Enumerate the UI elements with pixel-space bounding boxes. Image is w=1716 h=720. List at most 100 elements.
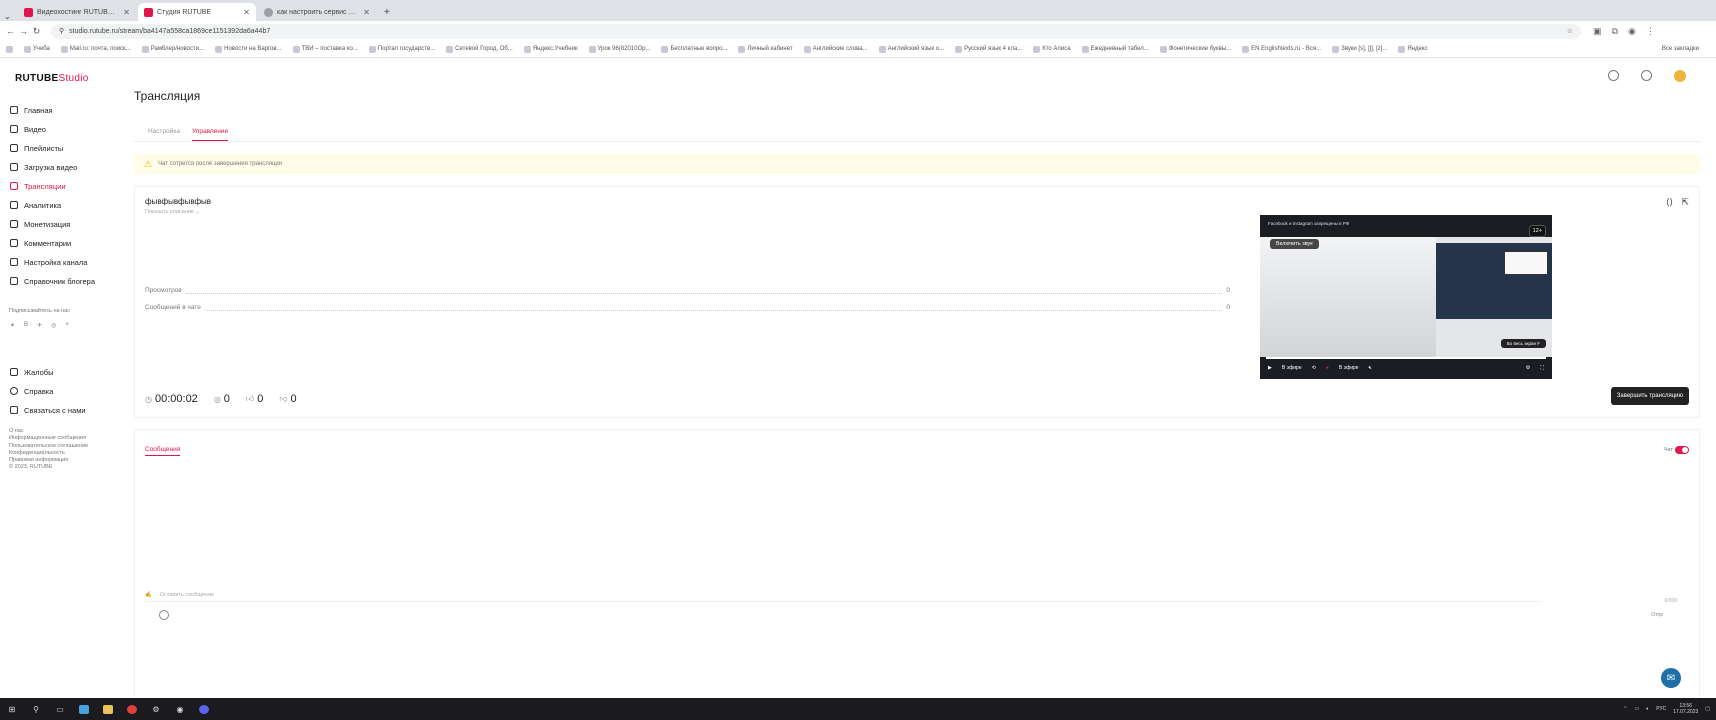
apps-grid-icon[interactable] xyxy=(6,45,13,53)
sidebar-item-video[interactable]: Видео xyxy=(10,121,46,137)
all-bookmarks[interactable]: Все закладки xyxy=(1662,46,1699,52)
forward-icon[interactable]: → xyxy=(17,26,30,36)
enable-sound-button[interactable]: Включить звук xyxy=(1270,239,1319,249)
sidebar-item-monetization[interactable]: Монетизация xyxy=(10,216,70,232)
app-icon[interactable] xyxy=(72,698,96,720)
social-more-icon[interactable]: + xyxy=(65,322,69,329)
support-chat-button[interactable]: ✉ xyxy=(1661,668,1681,688)
extensions-puzzle-icon[interactable]: ⧉ xyxy=(1612,26,1618,37)
network-icon[interactable]: ▭ xyxy=(1634,706,1639,712)
windows-start-icon[interactable]: ⊞ xyxy=(0,698,24,720)
bookmark-item[interactable]: Английские словa... xyxy=(803,45,868,53)
bookmark-item[interactable]: Английский язык о... xyxy=(878,45,944,53)
close-tab-icon[interactable]: ✕ xyxy=(243,8,250,17)
bookmark-item[interactable]: Яндекс.Учебник xyxy=(523,45,578,53)
discord-icon[interactable] xyxy=(192,698,216,720)
sidebar-item-analytics[interactable]: Аналитика xyxy=(10,197,61,213)
bookmark-item[interactable]: Новости на Варгов... xyxy=(215,45,282,53)
extension-icon[interactable]: ▣ xyxy=(1593,26,1602,37)
chat-toggle[interactable] xyxy=(1675,446,1689,454)
sidebar-item-contact[interactable]: Связаться с нами xyxy=(10,402,86,418)
rewind-icon[interactable]: ⟲ xyxy=(1312,365,1316,371)
settings-icon[interactable]: ⚙ xyxy=(1526,365,1530,371)
sidebar-item-playlists[interactable]: Плейлисты xyxy=(10,140,63,156)
search-icon[interactable]: ⚲ xyxy=(24,698,48,720)
sidebar-item-upload[interactable]: Загрузка видео xyxy=(10,159,77,175)
end-stream-button[interactable]: Завершить трансляцию xyxy=(1610,387,1689,405)
browser-tab-rutube[interactable]: Видеохостинг RUTUBE. Смотр... ✕ xyxy=(18,3,136,21)
play-icon[interactable]: ▶ xyxy=(1268,365,1272,371)
back-icon[interactable]: ← xyxy=(4,26,17,36)
bookmark-item[interactable]: Ежедневный табел... xyxy=(1081,45,1149,53)
obs-icon[interactable]: ◉ xyxy=(168,698,192,720)
share-icon[interactable]: ⟨⟩ xyxy=(1666,197,1673,208)
profile-icon[interactable]: ◉ xyxy=(1628,26,1636,37)
rutube-studio-logo[interactable]: RUTUBEStudio xyxy=(15,73,89,84)
player-progress[interactable] xyxy=(1266,357,1546,359)
bookmark-item[interactable]: Личный кабинет xyxy=(738,45,793,53)
bookmark-item[interactable]: Фонетические буквы... xyxy=(1159,45,1231,53)
mute-icon[interactable]: 🔇︎ xyxy=(1369,365,1372,371)
site-info-icon[interactable]: ⚲ xyxy=(59,27,64,35)
url-bar[interactable]: ⚲ studio.rutube.ru/stream/ba4147a558ca18… xyxy=(51,23,1581,39)
bookmark-item[interactable]: Учеба xyxy=(24,45,50,53)
clock[interactable]: 13:56 17.07.2023 xyxy=(1673,703,1698,715)
social-v-icon[interactable]: В xyxy=(24,322,28,329)
video-player[interactable]: Facebook и Instagram запрещены в РФ 12+ … xyxy=(1260,215,1552,379)
volume-icon[interactable]: 🔈︎ xyxy=(1646,706,1649,712)
settings-app-icon[interactable]: ⚙ xyxy=(144,698,168,720)
footer-link[interactable]: Пользовательское соглашение xyxy=(9,443,88,450)
sidebar-item-comments[interactable]: Комментарии xyxy=(10,235,71,251)
tray-arrow-icon[interactable]: ⌃ xyxy=(1623,706,1627,712)
social-telegram-icon[interactable]: ✈ xyxy=(37,322,42,329)
explorer-icon[interactable] xyxy=(96,698,120,720)
sidebar-item-blogger-guide[interactable]: Справочник блогера xyxy=(10,273,95,289)
notification-center-icon[interactable]: ▢ xyxy=(1705,706,1710,712)
sidebar-item-channel-settings[interactable]: Настройка канала xyxy=(10,254,87,270)
bookmark-item[interactable]: Рамблер/новости... xyxy=(141,45,204,53)
sidebar-item-streams[interactable]: Трансляции xyxy=(10,178,66,194)
tab-control[interactable]: Управление xyxy=(192,128,229,141)
close-tab-icon[interactable]: ✕ xyxy=(123,8,130,17)
footer-link[interactable]: Конфиденциальность xyxy=(9,450,88,457)
external-link-icon[interactable]: ⇱ xyxy=(1681,197,1689,208)
bookmark-item[interactable]: Яндекс xyxy=(1398,45,1428,53)
tab-settings[interactable]: Настройка xyxy=(148,128,180,135)
sidebar-item-help[interactable]: Справка xyxy=(10,383,53,399)
tab-list-chevron-icon[interactable]: ⌄ xyxy=(4,12,18,21)
task-view-icon[interactable]: ▭ xyxy=(48,698,72,720)
social-ok-icon[interactable]: ◎ xyxy=(51,322,56,329)
browser-tab-studio[interactable]: Студия RUTUBE ✕ xyxy=(138,3,256,21)
chrome-icon[interactable] xyxy=(120,698,144,720)
message-input[interactable]: ✍ Оставить сообщение xyxy=(145,592,1540,602)
tab-messages[interactable]: Сообщения xyxy=(145,446,181,456)
bookmark-item[interactable]: Портал государств... xyxy=(368,45,435,53)
bookmark-item[interactable]: Бесплатные вопро... xyxy=(661,45,727,53)
reload-icon[interactable]: ↻ xyxy=(30,26,43,37)
bookmark-item[interactable]: Кто Алиса xyxy=(1033,45,1071,53)
footer-link[interactable]: О нас xyxy=(9,428,88,435)
sidebar-item-home[interactable]: Главная xyxy=(10,102,53,118)
show-description-link[interactable]: Показать описание ⌄ xyxy=(145,209,200,215)
close-tab-icon[interactable]: ✕ xyxy=(363,8,370,17)
bookmark-item[interactable]: Русский язык 4 кла... xyxy=(955,45,1022,53)
send-button[interactable]: Отпр xyxy=(1651,612,1663,618)
sidebar-item-complaints[interactable]: Жалобы xyxy=(10,364,54,380)
bookmark-item[interactable]: Сетевой Город. Об... xyxy=(446,45,513,53)
bookmark-item[interactable]: Урок 96(82010Ор... xyxy=(588,45,650,53)
social-vk-icon[interactable]: ✶ xyxy=(10,322,15,329)
menu-dots-icon[interactable]: ⋮ xyxy=(1646,26,1655,37)
fullscreen-icon[interactable]: ⛶ xyxy=(1540,365,1544,371)
bookmark-item[interactable]: EN Englishtexts.ru - Вся... xyxy=(1242,45,1321,53)
footer-link[interactable]: Информационные сообщения xyxy=(9,435,88,442)
new-tab-button[interactable]: + xyxy=(384,7,390,18)
fullscreen-tooltip: Во весь экран F xyxy=(1500,339,1546,348)
bookmark-item[interactable]: Звуки [s], [ʃ], [z]... xyxy=(1332,45,1387,53)
chart-icon xyxy=(10,201,18,209)
language-indicator[interactable]: РУС xyxy=(1656,706,1666,712)
browser-tab-search[interactable]: как настроить сервис обса... ✕ xyxy=(258,3,376,21)
bookmark-item[interactable]: Mail.ru: почта, поиск... xyxy=(60,45,131,53)
bookmark-item[interactable]: ТВИ – поставка ко... xyxy=(292,45,358,53)
bookmark-star-icon[interactable]: ☆ xyxy=(1567,27,1573,35)
emoji-icon[interactable] xyxy=(159,610,169,620)
